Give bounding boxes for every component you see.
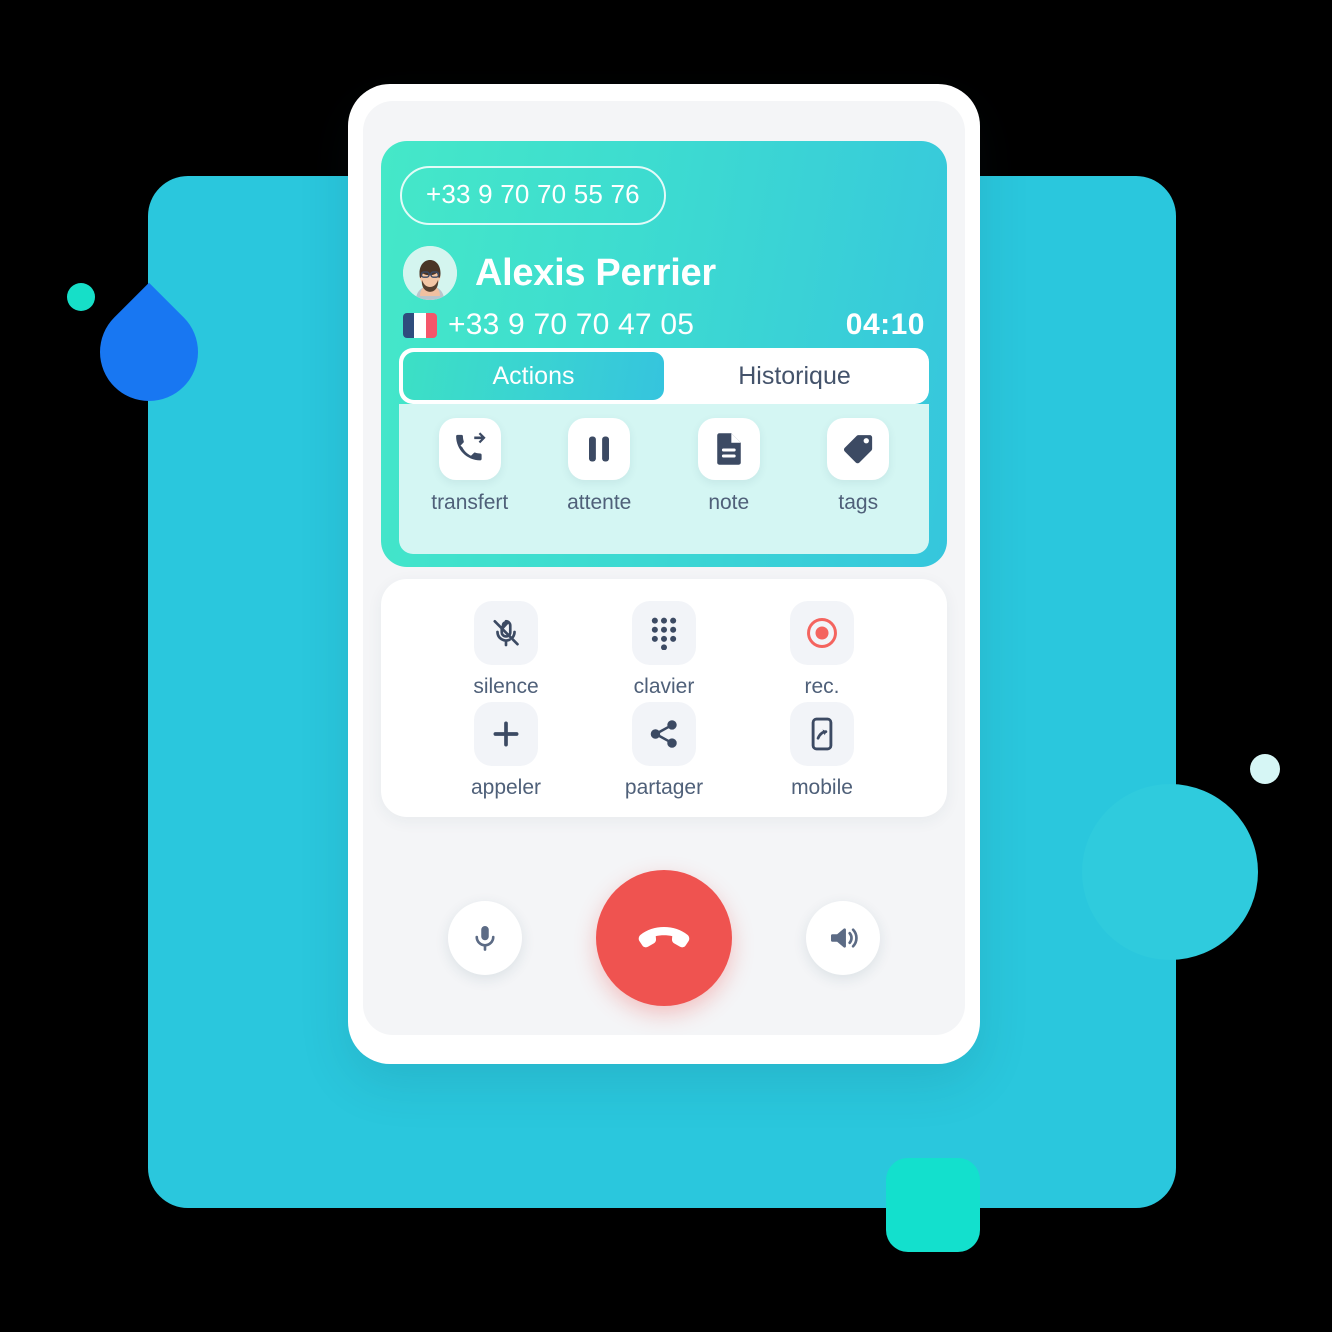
contact-number: +33 9 70 70 47 05 [448,308,695,341]
action-label: transfert [431,491,509,514]
microphone-muted-icon [474,601,538,665]
background-circle [1082,784,1258,960]
action-transfert[interactable]: transfert [405,418,535,554]
action-attente[interactable]: attente [535,418,665,554]
contact-name: Alexis Perrier [475,251,716,294]
control-silence[interactable]: silence [427,601,585,702]
speaker-button[interactable] [806,901,880,975]
call-timer: 04:10 [845,308,925,341]
mic-button[interactable] [448,901,522,975]
phone-card: +33 9 70 70 55 76 Alexis Perrier +33 9 7… [348,84,980,1064]
control-mobile[interactable]: mobile [743,702,901,803]
document-icon [697,418,760,480]
call-action-bar [363,841,965,1035]
phone-hangup-icon [638,927,690,948]
phone-screen: +33 9 70 70 55 76 Alexis Perrier +33 9 7… [363,101,965,1035]
control-label: appeler [470,776,542,799]
action-tags[interactable]: tags [794,418,924,554]
user-avatar-bearded-glasses-icon [403,246,457,300]
call-controls-panel: silence clavier rec. appeler partager mo… [381,579,947,817]
avatar [403,246,457,300]
plus-icon [474,702,538,766]
action-label: attente [567,491,632,514]
control-label: rec. [804,675,840,698]
record-icon [790,601,854,665]
tab-actions[interactable]: Actions [403,352,664,400]
action-note[interactable]: note [664,418,794,554]
call-header-panel: +33 9 70 70 55 76 Alexis Perrier +33 9 7… [381,141,947,567]
background-square-small [886,1158,980,1252]
action-label: note [708,491,750,514]
action-label: tags [838,491,879,514]
control-appeler[interactable]: appeler [427,702,585,803]
background-dot-pale [1250,754,1280,784]
france-flag-icon [403,312,437,338]
actions-panel: transfert attente note tags [399,404,929,554]
contact-row: Alexis Perrier [403,246,716,300]
control-rec[interactable]: rec. [743,601,901,702]
tag-icon [827,418,890,480]
speaker-icon [831,928,858,948]
hangup-button[interactable] [596,870,732,1006]
control-partager[interactable]: partager [585,702,743,803]
control-label: clavier [633,675,695,698]
control-label: mobile [791,776,853,799]
tab-bar: Actions Historique [399,348,929,404]
dialpad-icon [632,601,696,665]
line-number-pill[interactable]: +33 9 70 70 55 76 [400,166,666,225]
phone-forward-icon [438,418,501,480]
mobile-transfer-icon [790,702,854,766]
share-icon [632,702,696,766]
pause-icon [568,418,631,480]
contact-number-row: +33 9 70 70 47 05 04:10 [403,308,925,342]
background-dot-mint [67,283,95,311]
tab-historique[interactable]: Historique [664,352,925,400]
microphone-icon [475,926,495,951]
control-label: partager [624,776,704,799]
control-clavier[interactable]: clavier [585,601,743,702]
control-label: silence [473,675,539,698]
